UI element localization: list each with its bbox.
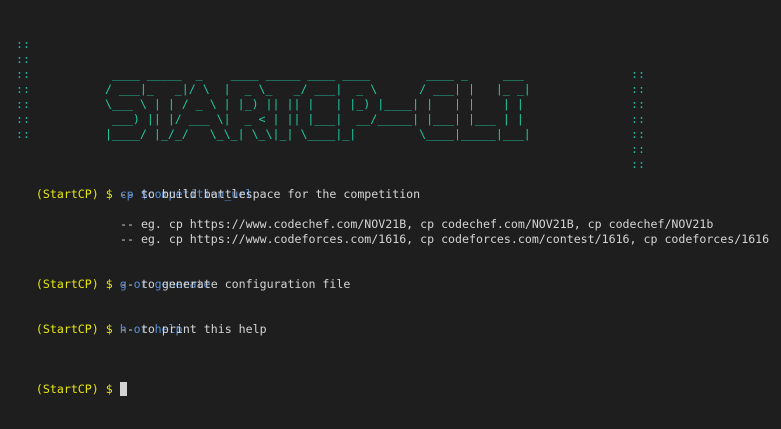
command-description: -- eg. cp https://www.codeforces.com/161… — [120, 232, 770, 246]
banner-row: :: :: — [8, 112, 645, 171]
shell-prompt: (StartCP) $ — [35, 322, 113, 336]
command-description: -- to build battlespace for the competit… — [120, 187, 421, 201]
banner-border-right: :: — [631, 142, 645, 156]
help-command-line: (StartCP) $ h or help — [8, 307, 183, 336]
banner-border-right: :: — [631, 82, 645, 96]
help-command-line: (StartCP) $ g or generate — [8, 262, 211, 291]
banner-row: :: :: — [8, 22, 645, 81]
banner-art-line: |____/ |_/_/ \_\_| \_\|_| \____|_| \____… — [105, 127, 531, 141]
banner-border-right: :: — [631, 127, 645, 141]
banner-art-line: ___) || |/ ___ \| _ < | || |___| __/____… — [105, 112, 524, 126]
banner-row: :: ___) || |/ ___ \| _ < | || |___| __/_… — [8, 82, 645, 141]
banner-art-line: \___ \ | | / _ \ | |_) || || | | |_) |__… — [105, 97, 524, 111]
command-description: -- to generate configuration file — [120, 277, 351, 291]
banner-border-right: :: — [631, 67, 645, 81]
input-line[interactable]: (StartCP) $ — [8, 367, 127, 396]
banner-art-line: ____ _____ _ ____ _____ ____ ____ ____ _… — [105, 67, 524, 81]
banner-row: :: \___ \ | | / _ \ | |_) || || | | |_) … — [8, 67, 645, 126]
banner-border-right: :: — [631, 112, 645, 126]
banner-border-right: :: — [631, 97, 645, 111]
banner-row: :: |____/ |_/_/ \_\_| \_\|_| \____|_| \_… — [8, 97, 645, 156]
banner-row: :: / ___|_ _|/ \ | _ \_ _/ ___| _ \ / __… — [8, 52, 645, 111]
banner-border-left: :: — [16, 127, 30, 141]
shell-prompt: (StartCP) $ — [35, 277, 113, 291]
terminal-window[interactable]: :: :: :: ____ _____ _ ____ _____ ____ __… — [0, 0, 781, 429]
shell-prompt: (StartCP) $ — [35, 187, 113, 201]
banner-border-right: :: — [631, 157, 645, 171]
help-command-line: (StartCP) $ cp $competition_url — [8, 172, 252, 201]
command-description: -- eg. cp https://www.codechef.com/NOV21… — [120, 217, 714, 231]
command-description: -- to print this help — [120, 322, 267, 336]
shell-prompt: (StartCP) $ — [35, 382, 113, 396]
banner-art-line: / ___|_ _|/ \ | _ \_ _/ ___| _ \ / ___| … — [105, 82, 531, 96]
banner-row: :: ____ _____ _ ____ _____ ____ ____ ___… — [8, 37, 645, 96]
text-cursor[interactable] — [119, 382, 127, 396]
